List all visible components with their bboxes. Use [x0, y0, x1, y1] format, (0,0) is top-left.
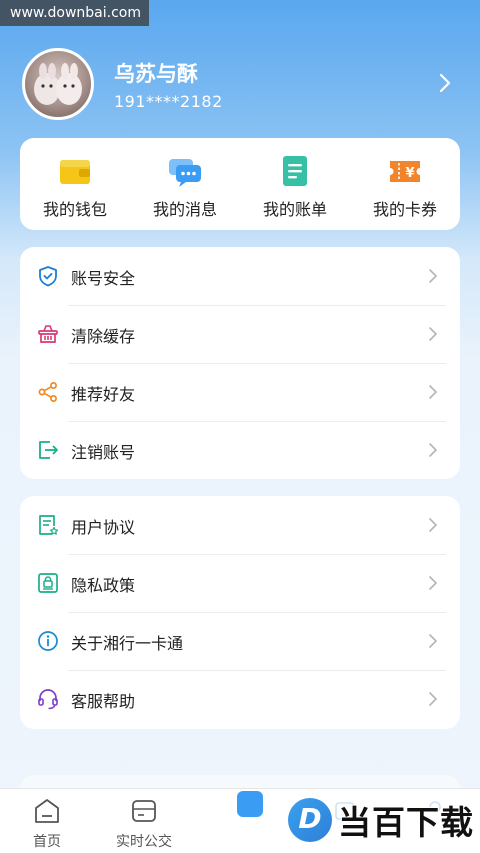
chevron-right-icon: [429, 576, 438, 590]
brand-watermark: D 当百下载: [288, 795, 474, 845]
site-watermark: www.downbai.com: [0, 0, 149, 26]
tab-label: 实时公交: [116, 834, 172, 850]
menu-item-label: 清除缓存: [71, 327, 136, 346]
chevron-right-icon: [429, 518, 438, 532]
bill-icon: [283, 156, 307, 186]
privacy-icon: [38, 573, 58, 593]
avatar-image: [34, 63, 82, 105]
menu-item-label: 用户协议: [71, 518, 136, 537]
headset-icon: [38, 689, 58, 710]
profile-header[interactable]: 乌苏与酥 191****2182: [22, 48, 460, 120]
quick-actions-card: 我的钱包 我的消息 我的账单 ¥ 我的卡券: [20, 138, 460, 230]
brand-logo-icon: D: [288, 798, 332, 842]
quick-action-label: 我的账单: [262, 200, 327, 219]
quick-action-coupons[interactable]: ¥ 我的卡券: [350, 138, 460, 230]
info-icon: [38, 631, 58, 651]
menu-item-user-agreement[interactable]: 用户协议: [20, 496, 460, 554]
coupon-icon: ¥: [390, 161, 420, 182]
menu-item-label: 关于湘行一卡通: [71, 634, 184, 653]
menu-item-label: 推荐好友: [71, 385, 136, 404]
tab-home[interactable]: 首页: [2, 797, 92, 851]
share-icon: [38, 382, 57, 402]
chevron-right-icon: [429, 443, 438, 457]
home-icon: [35, 799, 59, 823]
tab-label: 首页: [33, 834, 61, 850]
quick-action-wallet[interactable]: 我的钱包: [20, 138, 130, 230]
user-phone: 191****2182: [114, 92, 223, 111]
wallet-icon: [60, 160, 90, 184]
menu-item-clear-cache[interactable]: 清除缓存: [20, 305, 460, 363]
settings-group-about: 用户协议 隐私政策 关于湘行一卡通 客服帮助: [20, 496, 460, 729]
quick-action-bills[interactable]: 我的账单: [240, 138, 350, 230]
quick-action-messages[interactable]: 我的消息: [130, 138, 240, 230]
menu-item-label: 注销账号: [71, 443, 136, 462]
settings-group-account: 账号安全 清除缓存 推荐好友 注销账号: [20, 247, 460, 479]
tab-realtime-bus[interactable]: 实时公交: [99, 797, 189, 851]
message-icon: [169, 159, 201, 187]
menu-item-privacy-policy[interactable]: 隐私政策: [20, 554, 460, 612]
chevron-right-icon[interactable]: [434, 72, 456, 94]
quick-action-label: 我的钱包: [42, 200, 107, 219]
chevron-right-icon: [429, 385, 438, 399]
chevron-right-icon: [429, 269, 438, 283]
menu-item-label: 隐私政策: [71, 576, 136, 595]
brand-logo-letter: D: [298, 802, 322, 835]
user-name: 乌苏与酥: [114, 62, 198, 86]
basket-icon: [38, 325, 58, 343]
menu-item-recommend-friends[interactable]: 推荐好友: [20, 363, 460, 421]
tab-scan[interactable]: [205, 789, 295, 817]
agreement-icon: [39, 515, 59, 535]
scan-icon: [237, 791, 263, 817]
avatar[interactable]: [22, 48, 94, 120]
bus-card-icon: [132, 800, 156, 822]
svg-text:¥: ¥: [405, 166, 414, 181]
shield-icon: [39, 266, 57, 287]
chevron-right-icon: [429, 327, 438, 341]
menu-item-about[interactable]: 关于湘行一卡通: [20, 612, 460, 670]
quick-action-label: 我的消息: [152, 200, 217, 219]
menu-item-customer-service[interactable]: 客服帮助: [20, 670, 460, 728]
brand-text: 当百下载: [337, 802, 474, 843]
menu-item-account-security[interactable]: 账号安全: [20, 247, 460, 305]
menu-item-label: 账号安全: [71, 269, 136, 288]
menu-item-cancel-account[interactable]: 注销账号: [20, 421, 460, 479]
chevron-right-icon: [429, 692, 438, 706]
menu-item-label: 客服帮助: [71, 692, 136, 711]
logout-icon: [39, 441, 58, 459]
chevron-right-icon: [429, 634, 438, 648]
quick-action-label: 我的卡券: [372, 200, 437, 219]
